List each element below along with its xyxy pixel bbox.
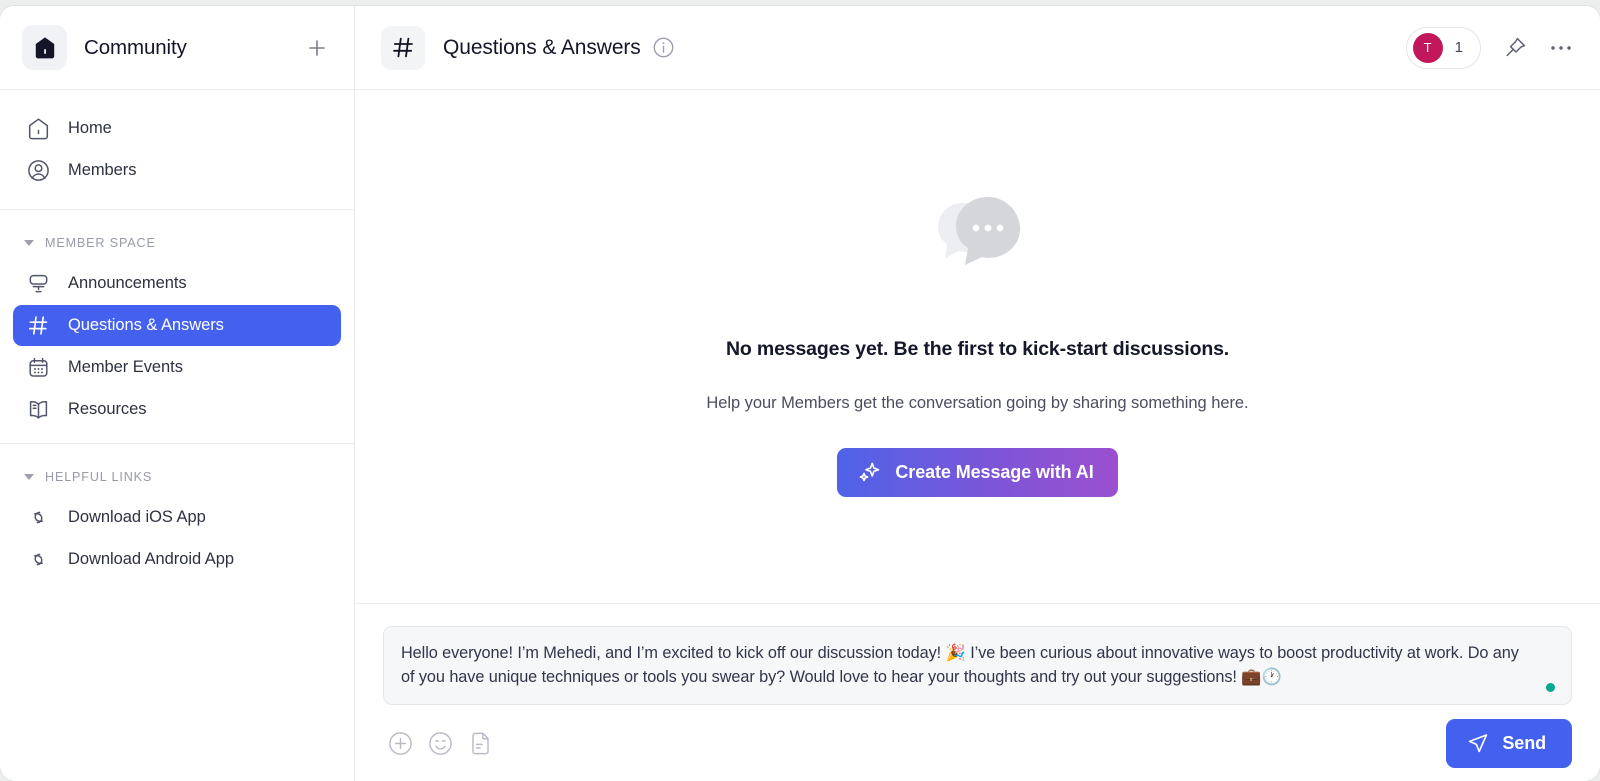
section-label: HELPFUL LINKS (45, 470, 153, 484)
sidebar-item-members[interactable]: Members (13, 150, 341, 191)
paper-plane-icon (1466, 731, 1490, 755)
sidebar-section-helpful-links: HELPFUL LINKS Download iOS App Download … (0, 444, 354, 593)
workspace-name: Community (84, 35, 187, 59)
message-composer: Hello everyone! I’m Mehedi, and I’m exci… (355, 603, 1600, 781)
plus-icon[interactable] (302, 33, 332, 63)
sidebar-item-label: Questions & Answers (68, 316, 224, 334)
pin-icon[interactable] (1503, 35, 1528, 60)
sidebar-item-label: Download iOS App (68, 508, 206, 526)
channel-header: Questions & Answers T 1 (355, 6, 1600, 90)
smiley-icon[interactable] (423, 726, 457, 760)
create-message-with-ai-button[interactable]: Create Message with AI (837, 447, 1118, 497)
sidebar-item-download-ios-app[interactable]: Download iOS App (13, 497, 341, 538)
hash-icon (25, 313, 51, 339)
page-title: Questions & Answers (443, 35, 641, 59)
ai-button-label: Create Message with AI (895, 461, 1094, 482)
sidebar-item-questions-answers[interactable]: Questions & Answers (13, 305, 341, 346)
sidebar-item-label: Members (68, 161, 137, 179)
chevron-down-icon (24, 474, 34, 480)
send-button[interactable]: Send (1446, 718, 1572, 768)
hash-icon (381, 25, 425, 70)
sidebar-item-label: Member Events (68, 358, 183, 376)
megaphone-icon (25, 271, 51, 297)
section-toggle-helpful-links[interactable]: HELPFUL LINKS (0, 464, 354, 490)
primary-nav: Home Members (0, 90, 354, 210)
link-icon (25, 505, 51, 531)
sidebar-item-label: Home (68, 119, 112, 137)
sidebar-item-label: Download Android App (68, 550, 234, 568)
home-pentagon-icon[interactable] (22, 25, 67, 70)
calendar-icon (25, 355, 51, 381)
link-icon (25, 547, 51, 573)
ellipsis-icon[interactable] (1550, 44, 1572, 52)
status-dot (1546, 683, 1555, 692)
sidebar-item-announcements[interactable]: Announcements (13, 263, 341, 304)
info-circle-icon[interactable] (653, 37, 674, 58)
book-icon (25, 397, 51, 423)
sidebar-item-label: Announcements (68, 274, 187, 292)
empty-state: No messages yet. Be the first to kick-st… (355, 90, 1600, 603)
members-count-button[interactable]: T 1 (1405, 26, 1481, 69)
empty-state-subtitle: Help your Members get the conversation g… (706, 393, 1249, 412)
sidebar-item-resources[interactable]: Resources (13, 389, 341, 430)
send-button-label: Send (1502, 732, 1546, 753)
sidebar: Community Home Members MEMBER SPACE Anno… (0, 6, 355, 781)
workspace-header: Community (0, 6, 354, 90)
avatar: T (1412, 32, 1443, 63)
document-icon[interactable] (463, 726, 497, 760)
chevron-down-icon (24, 240, 34, 246)
chat-bubbles-icon (926, 189, 1030, 290)
sidebar-item-download-android-app[interactable]: Download Android App (13, 539, 341, 580)
home-pentagon-icon (25, 116, 51, 142)
main-panel: Questions & Answers T 1 No messages yet.… (355, 6, 1600, 781)
message-input[interactable]: Hello everyone! I’m Mehedi, and I’m exci… (383, 626, 1572, 705)
plus-circle-icon[interactable] (383, 726, 417, 760)
empty-state-title: No messages yet. Be the first to kick-st… (725, 337, 1230, 360)
composer-toolbar: Send (383, 705, 1572, 781)
sidebar-item-home[interactable]: Home (13, 108, 341, 149)
message-input-value: Hello everyone! I’m Mehedi, and I’m exci… (401, 644, 1519, 686)
app-window: Community Home Members MEMBER SPACE Anno… (0, 6, 1600, 781)
section-toggle-member-space[interactable]: MEMBER SPACE (0, 230, 354, 256)
section-label: MEMBER SPACE (45, 236, 156, 250)
member-count: 1 (1454, 39, 1463, 56)
sparkles-icon (857, 460, 882, 485)
user-circle-icon (25, 158, 51, 184)
sidebar-section-member-space: MEMBER SPACE Announcements Questions & A… (0, 210, 354, 444)
sidebar-item-label: Resources (68, 400, 147, 418)
sidebar-item-member-events[interactable]: Member Events (13, 347, 341, 388)
